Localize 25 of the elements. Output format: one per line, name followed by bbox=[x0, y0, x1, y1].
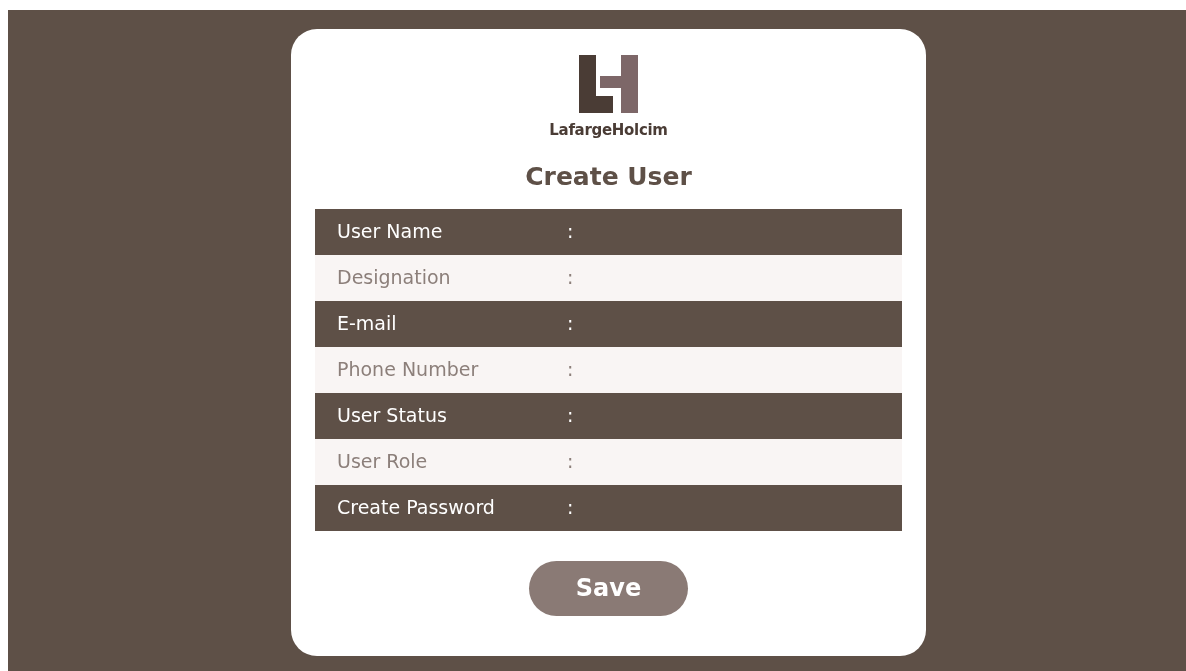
form-row[interactable]: Create Password : bbox=[315, 484, 902, 531]
save-button[interactable]: Save bbox=[529, 560, 688, 616]
field-separator: : bbox=[567, 311, 574, 337]
form-row[interactable]: User Role : bbox=[315, 438, 902, 485]
field-label: E-mail bbox=[337, 311, 398, 337]
form-row[interactable]: Phone Number : bbox=[315, 346, 902, 393]
form-row[interactable]: User Name : bbox=[315, 208, 902, 255]
field-separator: : bbox=[567, 495, 574, 521]
field-separator: : bbox=[567, 449, 574, 475]
field-separator: : bbox=[567, 357, 574, 383]
logo-icon bbox=[578, 55, 639, 113]
field-label: User Role bbox=[337, 449, 429, 475]
field-label: User Status bbox=[337, 403, 448, 429]
field-separator: : bbox=[567, 265, 574, 291]
field-label: User Name bbox=[337, 219, 444, 245]
page-title: Create User bbox=[525, 163, 692, 189]
field-label: Phone Number bbox=[337, 357, 480, 383]
form-row[interactable]: User Status : bbox=[315, 392, 902, 439]
field-label: Create Password bbox=[337, 495, 496, 521]
field-label: Designation bbox=[337, 265, 452, 291]
logo-text: LafargeHolcim bbox=[549, 120, 668, 141]
field-separator: : bbox=[567, 219, 574, 245]
field-separator: : bbox=[567, 403, 574, 429]
form-row[interactable]: E-mail : bbox=[315, 300, 902, 347]
form-row[interactable]: Designation : bbox=[315, 254, 902, 301]
